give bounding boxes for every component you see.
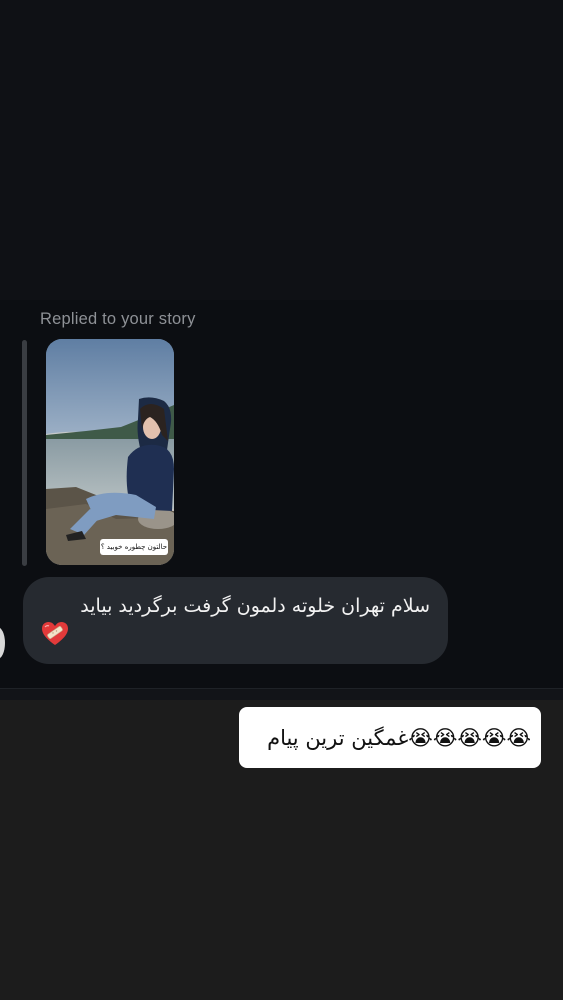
caption-overlay: 😭😭😭😭😭غمگین ترین پیام [239,707,541,768]
reply-indicator-line [22,340,27,566]
story-sticker-text: حالتون چطوره خوبید ؟ [100,539,168,555]
top-empty-area [0,0,563,300]
message-bubble[interactable]: سلام تهران خلوته دلمون گرفت برگردید بیای… [23,577,448,664]
story-thumbnail[interactable]: حالتون چطوره خوبید ؟ [46,339,174,565]
caption-text: 😭😭😭😭😭غمگین ترین پیام [267,725,531,750]
mending-heart-icon [42,622,68,645]
replied-to-story-label: Replied to your story [40,310,196,328]
story-photo-icon [46,339,174,565]
message-text: سلام تهران خلوته دلمون گرفت برگردید بیای… [80,595,430,617]
